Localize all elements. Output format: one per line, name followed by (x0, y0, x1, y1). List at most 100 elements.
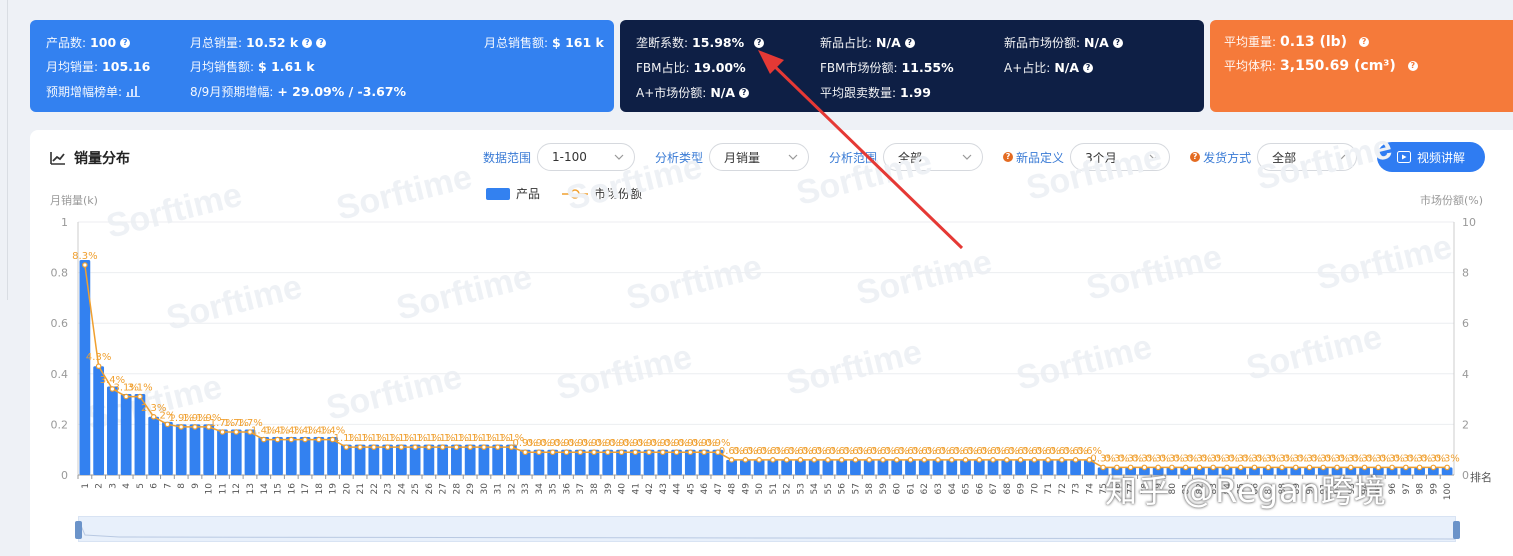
x-tick-label: 40 (618, 483, 628, 495)
x-tick-label: 56 (838, 483, 848, 495)
share-point (439, 444, 446, 450)
fbm-ratio: FBM占比: 19.00% (636, 59, 746, 76)
summary-card-sales: 产品数: 100 ? 月总销量: 10.52 k ? ? 月总销售额: $ 16… (30, 20, 614, 112)
x-tick-label: 11 (218, 483, 228, 494)
bar (189, 424, 201, 475)
monthly-revenue-value: $ 161 k (552, 35, 604, 50)
avg-sales: 月均销量: 105.16 (46, 58, 150, 75)
help-icon[interactable]: ? (904, 37, 915, 48)
avg-revenue: 月均销售额: $ 1.61 k (190, 58, 315, 75)
x-tick-label: 7 (163, 483, 173, 489)
share-point (192, 424, 198, 430)
fbm-share-value: 11.55% (901, 60, 954, 75)
x-tick-label: 33 (521, 483, 531, 494)
aplus-ratio-value: N/A (1054, 60, 1080, 75)
avg-weight: 平均重量: 0.13 (lb) ? (1224, 33, 1370, 50)
share-point (728, 457, 735, 463)
x-tick-label: 31 (494, 483, 504, 494)
y-tick-right: 2 (1462, 418, 1469, 431)
share-point (315, 436, 322, 443)
share-point (426, 444, 432, 450)
help-icon[interactable]: ? (739, 87, 750, 98)
y-tick-right: 6 (1462, 317, 1469, 330)
avg-sellers-label: 平均跟卖数量: (820, 86, 897, 100)
x-tick-label: 64 (948, 483, 958, 495)
x-tick-label: 72 (1058, 483, 1068, 494)
share-point (343, 444, 350, 450)
x-tick-label: 50 (755, 483, 765, 495)
x-tick-label: 71 (1044, 483, 1054, 494)
summary-card-market: 垄断系数: 15.98% ? 新品占比: N/A ? 新品市场份额: N/A ?… (620, 20, 1204, 112)
y-tick-left: 0 (61, 469, 68, 482)
help-icon[interactable]: ? (754, 37, 765, 48)
help-icon[interactable]: ? (1407, 60, 1418, 71)
x-tick-label: 27 (439, 483, 449, 494)
share-point (632, 449, 639, 456)
x-tick-label: 16 (287, 483, 297, 495)
zoom-slider[interactable] (75, 516, 1460, 542)
share-data-label: 0.3% (1434, 453, 1459, 464)
aug-sep-label: 8/9月预期增幅: (190, 85, 274, 99)
watermark-logo: Sorftime (1013, 328, 1156, 398)
x-tick-label: 5 (136, 483, 146, 489)
x-tick-label: 45 (686, 483, 696, 494)
avg-volume-value: 3,150.69 (cm³) (1280, 57, 1396, 74)
help-icon[interactable]: ? (1359, 36, 1370, 47)
x-tick-label: 6 (150, 483, 160, 489)
share-point (453, 444, 460, 450)
x-tick-label: 96 (1388, 483, 1398, 495)
aplus-share-label: A+市场份额: (636, 86, 707, 100)
share-point (646, 449, 652, 456)
x-tick-label: 22 (370, 483, 380, 494)
slider-handle-left[interactable] (75, 521, 82, 539)
x-tick-label: 60 (893, 483, 903, 495)
share-point (1045, 457, 1051, 463)
bar (175, 424, 187, 475)
sales-distribution-panel: 销量分布 数据范围 1-100 分析类型 月销量 分析范围 全部? 新品定义 3个月? 发货方式… (30, 130, 1513, 556)
share-point (384, 444, 391, 450)
share-point (481, 444, 487, 450)
product-count-label: 产品数: (46, 36, 87, 50)
share-point (921, 457, 928, 463)
monthly-sales: 月总销量: 10.52 k ? ? (190, 34, 327, 51)
avg-weight-value: 0.13 (lb) (1280, 33, 1348, 50)
slider-handle-right[interactable] (1453, 521, 1460, 539)
y-tick-left: 0.8 (51, 267, 69, 280)
share-point (357, 444, 363, 450)
x-tick-label: 10 (205, 483, 215, 495)
share-point (976, 457, 983, 463)
x-tick-label: 1 (81, 483, 91, 489)
share-point (962, 457, 969, 463)
share-point (288, 436, 295, 443)
x-tick-label: 61 (906, 483, 916, 494)
bar (299, 437, 311, 475)
bar-chart-icon[interactable] (126, 86, 141, 97)
x-tick-label: 20 (342, 483, 352, 495)
share-point (1389, 464, 1395, 471)
avg-revenue-label: 月均销售额: (190, 60, 255, 74)
share-point (659, 449, 666, 456)
share-point (701, 449, 707, 456)
share-point (742, 457, 749, 463)
help-icon[interactable]: ? (1112, 37, 1123, 48)
watermark-logo: Sorftime (333, 158, 476, 228)
y-tick-right: 8 (1462, 267, 1469, 280)
monopoly-label: 垄断系数: (636, 36, 689, 50)
watermark-logo: Sorftime (1023, 138, 1166, 208)
monthly-sales-value: 10.52 k (246, 35, 299, 50)
share-point (371, 444, 377, 450)
x-tick-label: 18 (315, 483, 325, 495)
help-icon[interactable]: ? (120, 37, 131, 48)
x-tick-label: 36 (562, 483, 572, 495)
help-icon[interactable]: ? (316, 37, 327, 48)
forecast-ranking[interactable]: 预期增幅榜单: (46, 83, 141, 100)
avg-revenue-value: $ 1.61 k (258, 59, 315, 74)
help-icon[interactable]: ? (1083, 62, 1094, 73)
watermark-text: 知乎 @Regan跨境 (1105, 472, 1387, 510)
watermark-logo: Sorftime (553, 338, 696, 408)
help-icon[interactable]: ? (302, 37, 313, 48)
bar (313, 437, 325, 475)
product-count-value: 100 (90, 35, 117, 50)
x-tick-label: 63 (934, 483, 944, 494)
watermark-logo: Sorftime (163, 268, 306, 338)
